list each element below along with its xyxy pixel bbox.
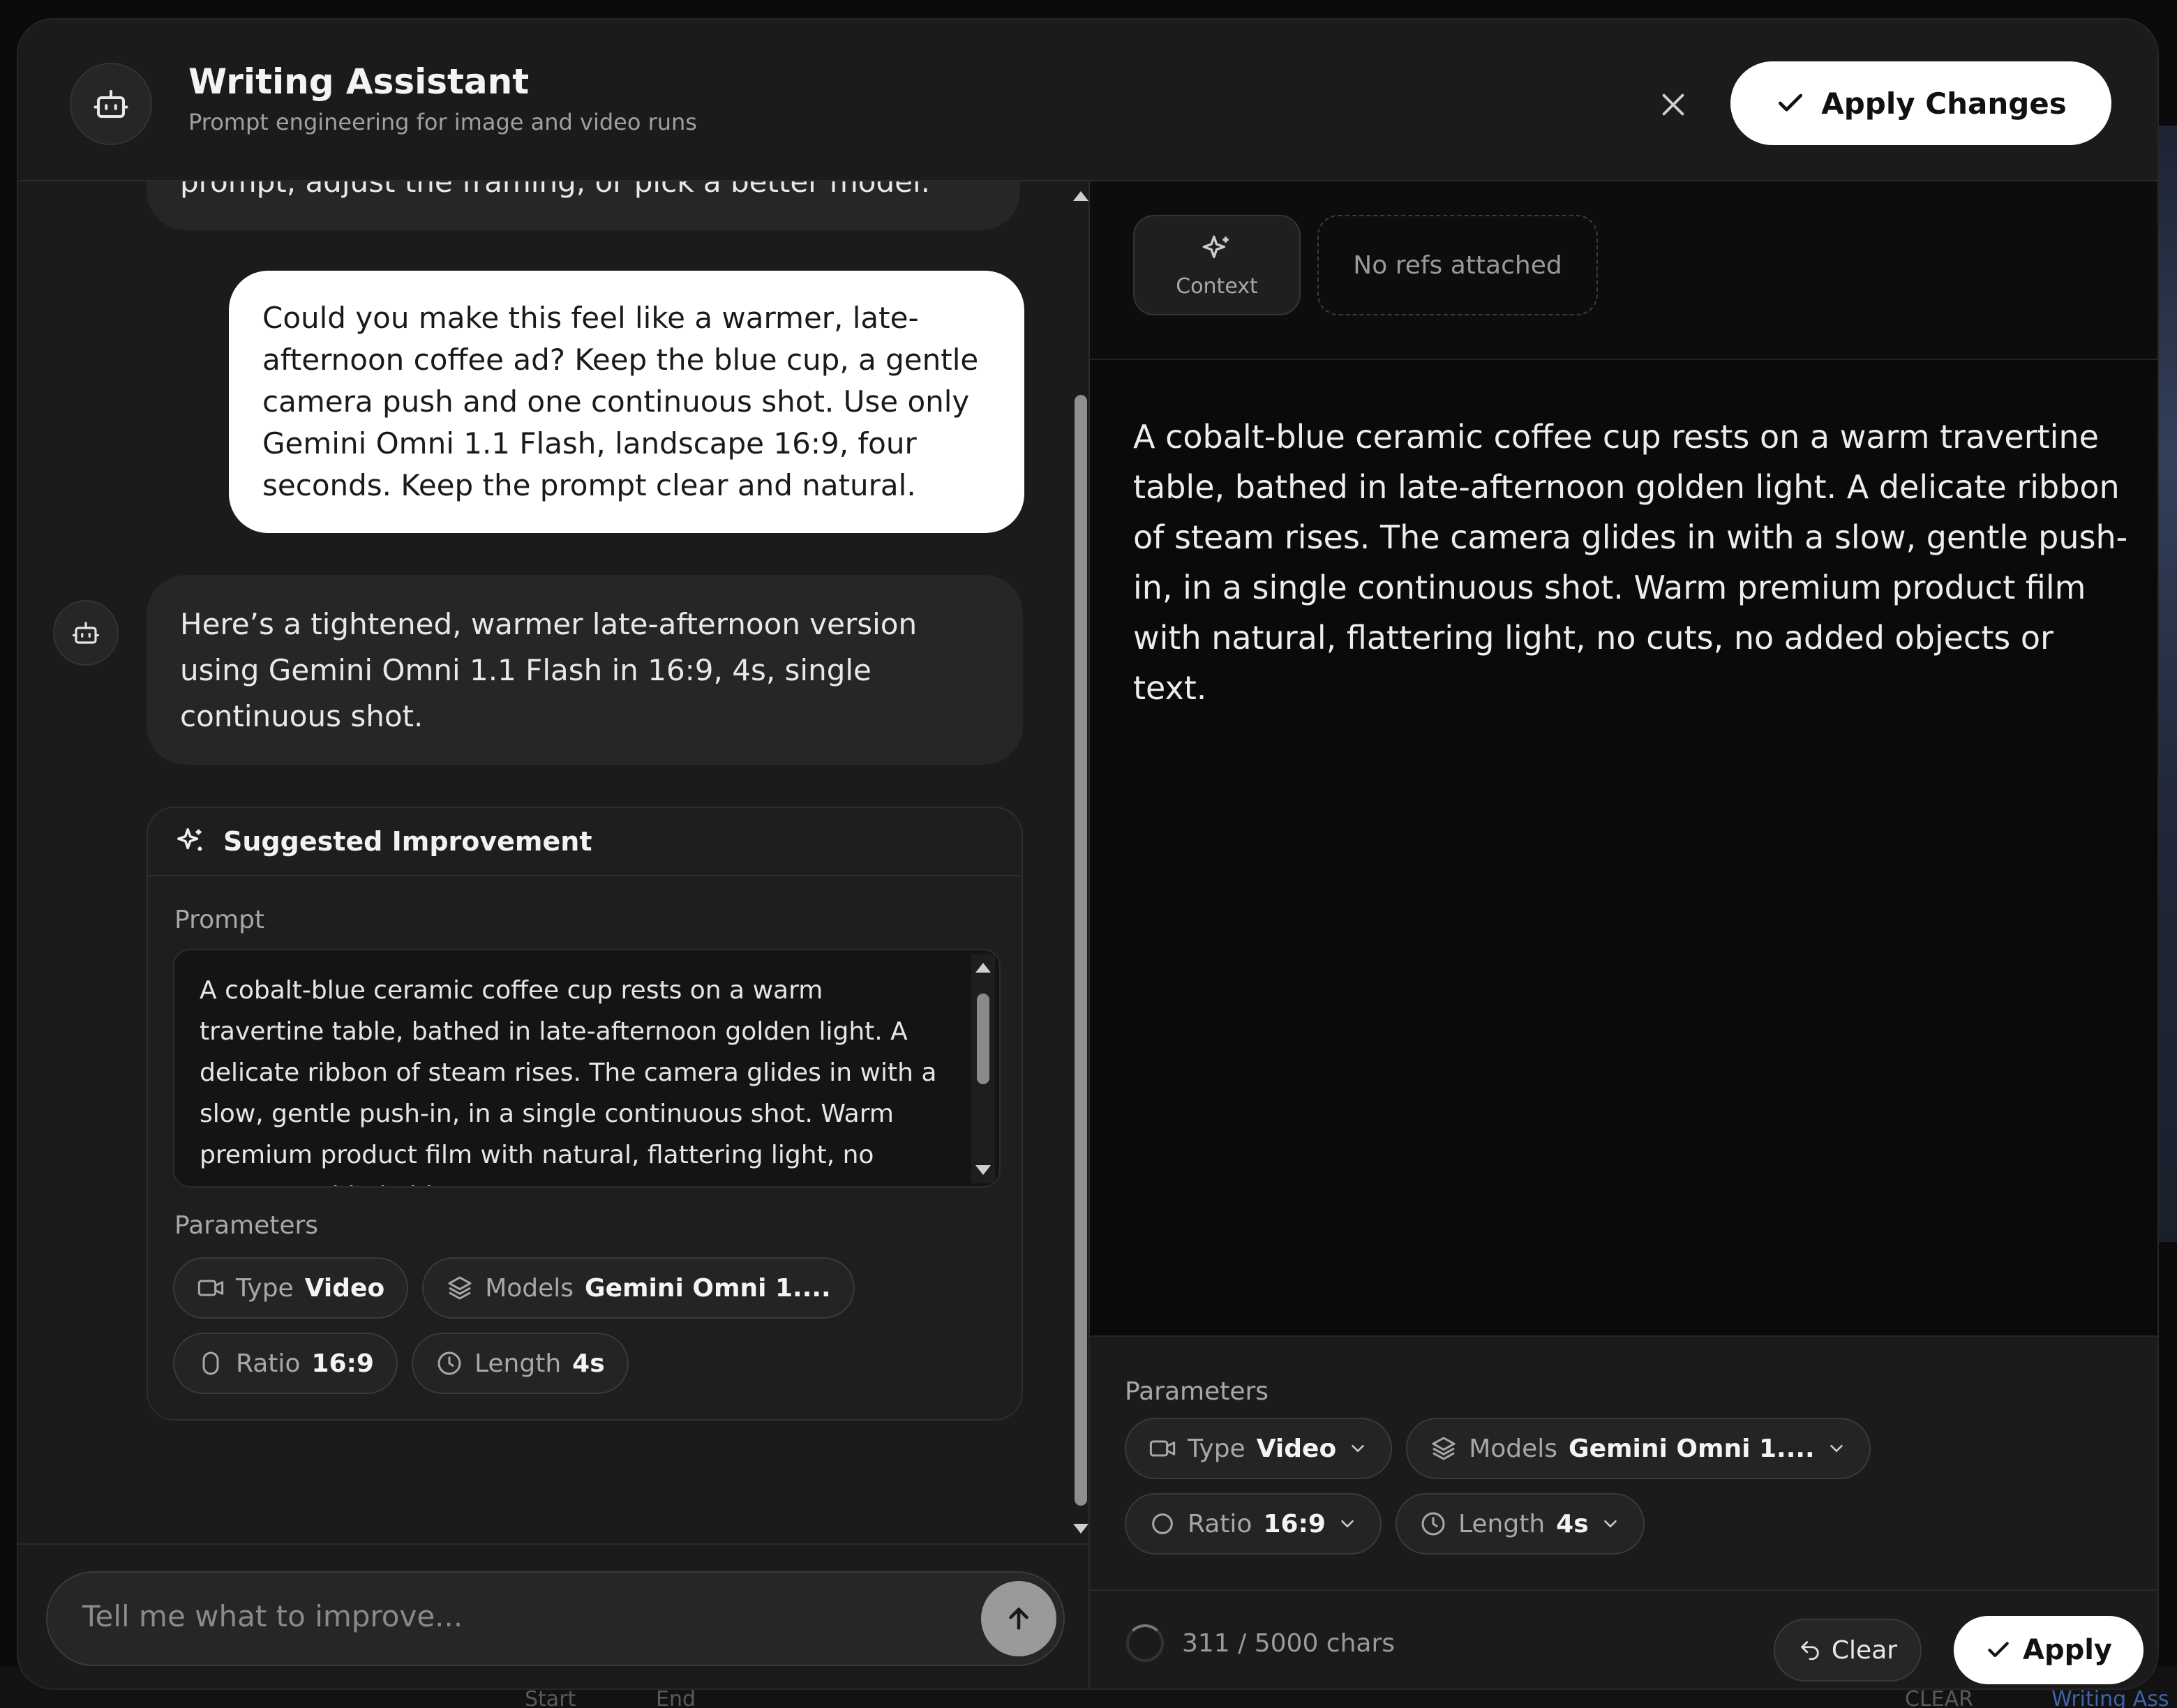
- context-label: Context: [1176, 274, 1258, 299]
- apply-changes-label: Apply Changes: [1821, 86, 2067, 121]
- previous-assistant-message: prompt, adjust the framing, or pick a be…: [147, 181, 1020, 230]
- editor-footer: 311 / 5000 chars Clear Apply: [1090, 1589, 2157, 1688]
- editor-parameters-label: Parameters: [1125, 1377, 1269, 1406]
- assistant-message-avatar: [53, 600, 119, 666]
- ratio-icon: [197, 1349, 225, 1377]
- background-end-item: End: [656, 1687, 696, 1708]
- scroll-up-arrow-icon[interactable]: [1073, 191, 1088, 201]
- ratio-chip: Ratio 16:9: [173, 1333, 398, 1394]
- suggestion-header: Suggested Improvement: [148, 808, 1022, 876]
- clear-button[interactable]: Clear: [1774, 1619, 1922, 1681]
- editor-param-row-2: Ratio 16:9 Length 4s: [1125, 1493, 1645, 1555]
- suggested-prompt-text: A cobalt-blue ceramic coffee cup rests o…: [200, 976, 937, 1186]
- clock-icon: [435, 1349, 463, 1377]
- check-icon: [1775, 88, 1806, 119]
- prompt-label: Prompt: [174, 906, 265, 934]
- user-message: Could you make this feel like a warmer, …: [229, 271, 1024, 533]
- undo-icon: [1798, 1638, 1822, 1662]
- close-icon: [1657, 89, 1689, 121]
- send-button[interactable]: [981, 1581, 1056, 1656]
- video-camera-icon: [1149, 1434, 1176, 1462]
- chat-input-area: Tell me what to improve...: [18, 1543, 1088, 1688]
- chat-scrollbar[interactable]: [1072, 181, 1088, 1543]
- chat-pane: prompt, adjust the framing, or pick a be…: [18, 181, 1088, 1543]
- clock-icon: [1419, 1510, 1447, 1538]
- video-camera-icon: [197, 1274, 225, 1302]
- length-chip: Length 4s: [411, 1333, 629, 1394]
- robot-icon: [71, 618, 100, 647]
- layers-icon: [1430, 1434, 1458, 1462]
- assistant-message: Here’s a tightened, warmer late-afternoo…: [147, 575, 1023, 765]
- ratio-dropdown[interactable]: Ratio 16:9: [1125, 1493, 1382, 1555]
- chevron-down-icon: [1337, 1513, 1358, 1534]
- models-chip: Models Gemini Omni 1....: [422, 1257, 855, 1319]
- editor-parameters: Parameters Type Video Models Gemini Omni…: [1090, 1335, 2157, 1591]
- writing-assistant-modal: Writing Assistant Prompt engineering for…: [17, 18, 2159, 1690]
- refs-dropzone[interactable]: No refs attached: [1317, 215, 1598, 315]
- char-counter: 311 / 5000 chars: [1126, 1624, 1395, 1662]
- models-dropdown[interactable]: Models Gemini Omni 1....: [1406, 1418, 1871, 1479]
- suggestion-param-row-2: Ratio 16:9 Length 4s: [173, 1333, 629, 1394]
- chat-scroll-thumb[interactable]: [1075, 395, 1087, 1506]
- close-button[interactable]: [1652, 84, 1694, 126]
- layers-icon: [446, 1274, 474, 1302]
- editor-toolbar: Context No refs attached: [1090, 181, 2157, 360]
- background-clear-item: CLEAR: [1905, 1687, 1973, 1708]
- editor-pane: Context No refs attached A cobalt-blue c…: [1090, 181, 2157, 1688]
- chat-input[interactable]: Tell me what to improve...: [46, 1571, 1065, 1666]
- scroll-down-arrow-icon[interactable]: [975, 1165, 991, 1175]
- type-dropdown[interactable]: Type Video: [1125, 1418, 1393, 1479]
- sparkles-icon: [174, 825, 207, 857]
- modal-title: Writing Assistant: [188, 61, 530, 102]
- parameters-label: Parameters: [174, 1211, 319, 1240]
- modal-header: Writing Assistant Prompt engineering for…: [18, 20, 2157, 181]
- refs-label: No refs attached: [1353, 250, 1562, 280]
- prompt-scrollbar[interactable]: [971, 954, 995, 1183]
- progress-ring-icon: [1126, 1624, 1164, 1662]
- check-icon: [1985, 1637, 2012, 1663]
- scroll-up-arrow-icon[interactable]: [975, 963, 991, 973]
- prompt-editor[interactable]: A cobalt-blue ceramic coffee cup rests o…: [1133, 412, 2131, 713]
- background-image-strip: [2157, 126, 2177, 1242]
- clear-label: Clear: [1831, 1635, 1898, 1665]
- apply-label: Apply: [2022, 1634, 2112, 1666]
- suggestion-param-row-1: Type Video Models Gemini Omni 1....: [173, 1257, 855, 1319]
- apply-changes-button[interactable]: Apply Changes: [1730, 61, 2111, 145]
- chevron-down-icon: [1600, 1513, 1621, 1534]
- chat-input-placeholder: Tell me what to improve...: [82, 1599, 463, 1633]
- chevron-down-icon: [1826, 1438, 1847, 1459]
- apply-button[interactable]: Apply: [1954, 1616, 2144, 1684]
- background-writing-item: Writing Ass: [2051, 1687, 2169, 1708]
- suggestion-title: Suggested Improvement: [223, 826, 592, 857]
- modal-subtitle: Prompt engineering for image and video r…: [188, 109, 697, 135]
- length-dropdown[interactable]: Length 4s: [1395, 1493, 1645, 1555]
- ratio-icon: [1149, 1510, 1176, 1538]
- context-button[interactable]: Context: [1133, 215, 1301, 315]
- chevron-down-icon: [1347, 1438, 1368, 1459]
- sparkles-icon: [1199, 232, 1234, 267]
- suggested-prompt-box[interactable]: A cobalt-blue ceramic coffee cup rests o…: [173, 949, 1001, 1188]
- suggested-improvement-card: Suggested Improvement Prompt A cobalt-bl…: [147, 807, 1023, 1421]
- scroll-down-arrow-icon[interactable]: [1073, 1524, 1088, 1534]
- assistant-avatar: [70, 63, 152, 145]
- char-count-text: 311 / 5000 chars: [1182, 1628, 1396, 1658]
- arrow-up-icon: [1003, 1603, 1035, 1635]
- type-chip: Type Video: [173, 1257, 409, 1319]
- editor-param-row-1: Type Video Models Gemini Omni 1....: [1125, 1418, 1871, 1479]
- background-start-item: Start: [525, 1687, 576, 1708]
- prompt-scroll-thumb[interactable]: [977, 994, 989, 1084]
- robot-icon: [92, 85, 130, 123]
